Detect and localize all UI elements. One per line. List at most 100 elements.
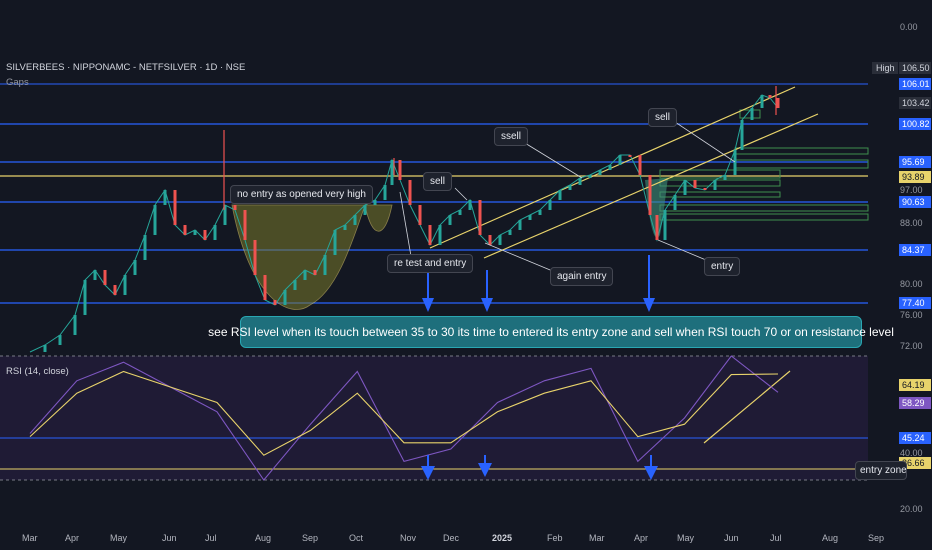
note-entry-zone: entry zone xyxy=(855,461,907,480)
symbol-title: SILVERBEES · NIPPONAMC - NETFSILVER · 1D… xyxy=(6,62,246,73)
svg-text:100.82: 100.82 xyxy=(902,119,930,129)
time-label: Apr xyxy=(65,533,79,543)
tick-97: 97.00 xyxy=(900,185,923,195)
gap-boxes xyxy=(659,109,869,221)
badge-45-24: 45.24 xyxy=(899,432,931,444)
candle xyxy=(428,225,432,245)
candle xyxy=(558,190,562,200)
candle xyxy=(458,210,462,215)
candle xyxy=(655,215,659,240)
badge-90-63: 90.63 xyxy=(899,196,931,208)
candle xyxy=(43,345,47,352)
time-label: Sep xyxy=(868,533,884,543)
candle xyxy=(133,260,137,275)
time-label: Dec xyxy=(443,533,460,543)
tick-72: 72.00 xyxy=(900,341,923,351)
candle xyxy=(58,335,62,345)
candle xyxy=(123,275,127,295)
candles xyxy=(43,95,780,352)
candle xyxy=(438,225,442,245)
candle xyxy=(383,185,387,200)
badge-high: High xyxy=(872,62,898,74)
candle xyxy=(253,240,257,275)
candle xyxy=(776,98,780,108)
candle xyxy=(750,108,754,120)
candle xyxy=(448,215,452,225)
candle xyxy=(243,210,247,240)
candle xyxy=(638,155,642,175)
candle xyxy=(313,270,317,275)
svg-text:93.89: 93.89 xyxy=(902,172,925,182)
time-label: 2025 xyxy=(492,533,512,543)
svg-text:58.29: 58.29 xyxy=(902,398,925,408)
candle xyxy=(548,200,552,210)
candle xyxy=(323,255,327,275)
candle xyxy=(93,270,97,280)
candle xyxy=(628,155,632,157)
candle xyxy=(478,200,482,235)
tick-20: 20.00 xyxy=(900,504,923,514)
candle xyxy=(153,205,157,235)
price-badges: High 106.50 106.01 103.42 100.82 95.69 9… xyxy=(872,62,931,469)
callout-lines xyxy=(399,119,736,273)
svg-text:77.40: 77.40 xyxy=(902,298,925,308)
candle xyxy=(488,235,492,245)
candle xyxy=(683,180,687,195)
candle xyxy=(703,188,707,190)
candle xyxy=(468,200,472,210)
candle xyxy=(733,150,737,175)
candle xyxy=(73,315,77,335)
time-axis: Mar Apr May Jun Jul Aug Sep Oct Nov Dec 2025 Feb Mar… xyxy=(22,533,884,543)
candle xyxy=(233,205,237,210)
time-label: Jun xyxy=(724,533,739,543)
note-retest: re test and entry xyxy=(387,254,474,273)
candle xyxy=(760,95,764,108)
candle xyxy=(538,210,542,215)
candle xyxy=(173,190,177,225)
time-label: Nov xyxy=(400,533,417,543)
candle xyxy=(283,290,287,305)
time-label: Apr xyxy=(634,533,648,543)
candle xyxy=(768,95,772,98)
time-label: Aug xyxy=(255,533,271,543)
svg-text:95.69: 95.69 xyxy=(902,157,925,167)
badge-84-37: 84.37 xyxy=(899,244,931,256)
time-label: Jul xyxy=(770,533,782,543)
candle xyxy=(508,230,512,235)
badge-64-19: 64.19 xyxy=(899,379,931,391)
time-label: Oct xyxy=(349,533,364,543)
time-label: Mar xyxy=(22,533,38,543)
candle xyxy=(723,175,727,180)
gaps-label: Gaps xyxy=(6,77,29,88)
candle xyxy=(103,270,107,285)
tick-88: 88.00 xyxy=(900,218,923,228)
candle xyxy=(498,235,502,245)
badge-106-50: 106.50 xyxy=(899,62,931,74)
candle xyxy=(203,230,207,240)
tick-76: 76.00 xyxy=(900,310,923,320)
candle xyxy=(113,285,117,295)
note-ssell: ssell xyxy=(494,127,529,146)
svg-text:106.50: 106.50 xyxy=(902,63,930,73)
chart-canvas[interactable]: 0.00 88.00 80.00 76.00 72.00 97.00 40.00… xyxy=(0,0,932,550)
candle xyxy=(578,178,582,185)
candle xyxy=(263,275,267,300)
candle xyxy=(568,185,572,190)
candle xyxy=(343,225,347,230)
note-sell-2: sell xyxy=(648,108,678,127)
svg-text:103.42: 103.42 xyxy=(902,98,930,108)
candle xyxy=(673,195,677,210)
badge-103-42: 103.42 xyxy=(899,97,931,109)
svg-text:106.01: 106.01 xyxy=(902,79,930,89)
candle xyxy=(740,120,744,150)
candle xyxy=(408,180,412,205)
tick-0: 0.00 xyxy=(900,22,918,32)
note-sell-1: sell xyxy=(423,172,453,191)
candle xyxy=(183,225,187,235)
time-label: Jul xyxy=(205,533,217,543)
time-label: Feb xyxy=(547,533,563,543)
svg-text:45.24: 45.24 xyxy=(902,433,925,443)
candle xyxy=(608,165,612,170)
candle xyxy=(713,180,717,190)
svg-text:High: High xyxy=(876,63,895,73)
